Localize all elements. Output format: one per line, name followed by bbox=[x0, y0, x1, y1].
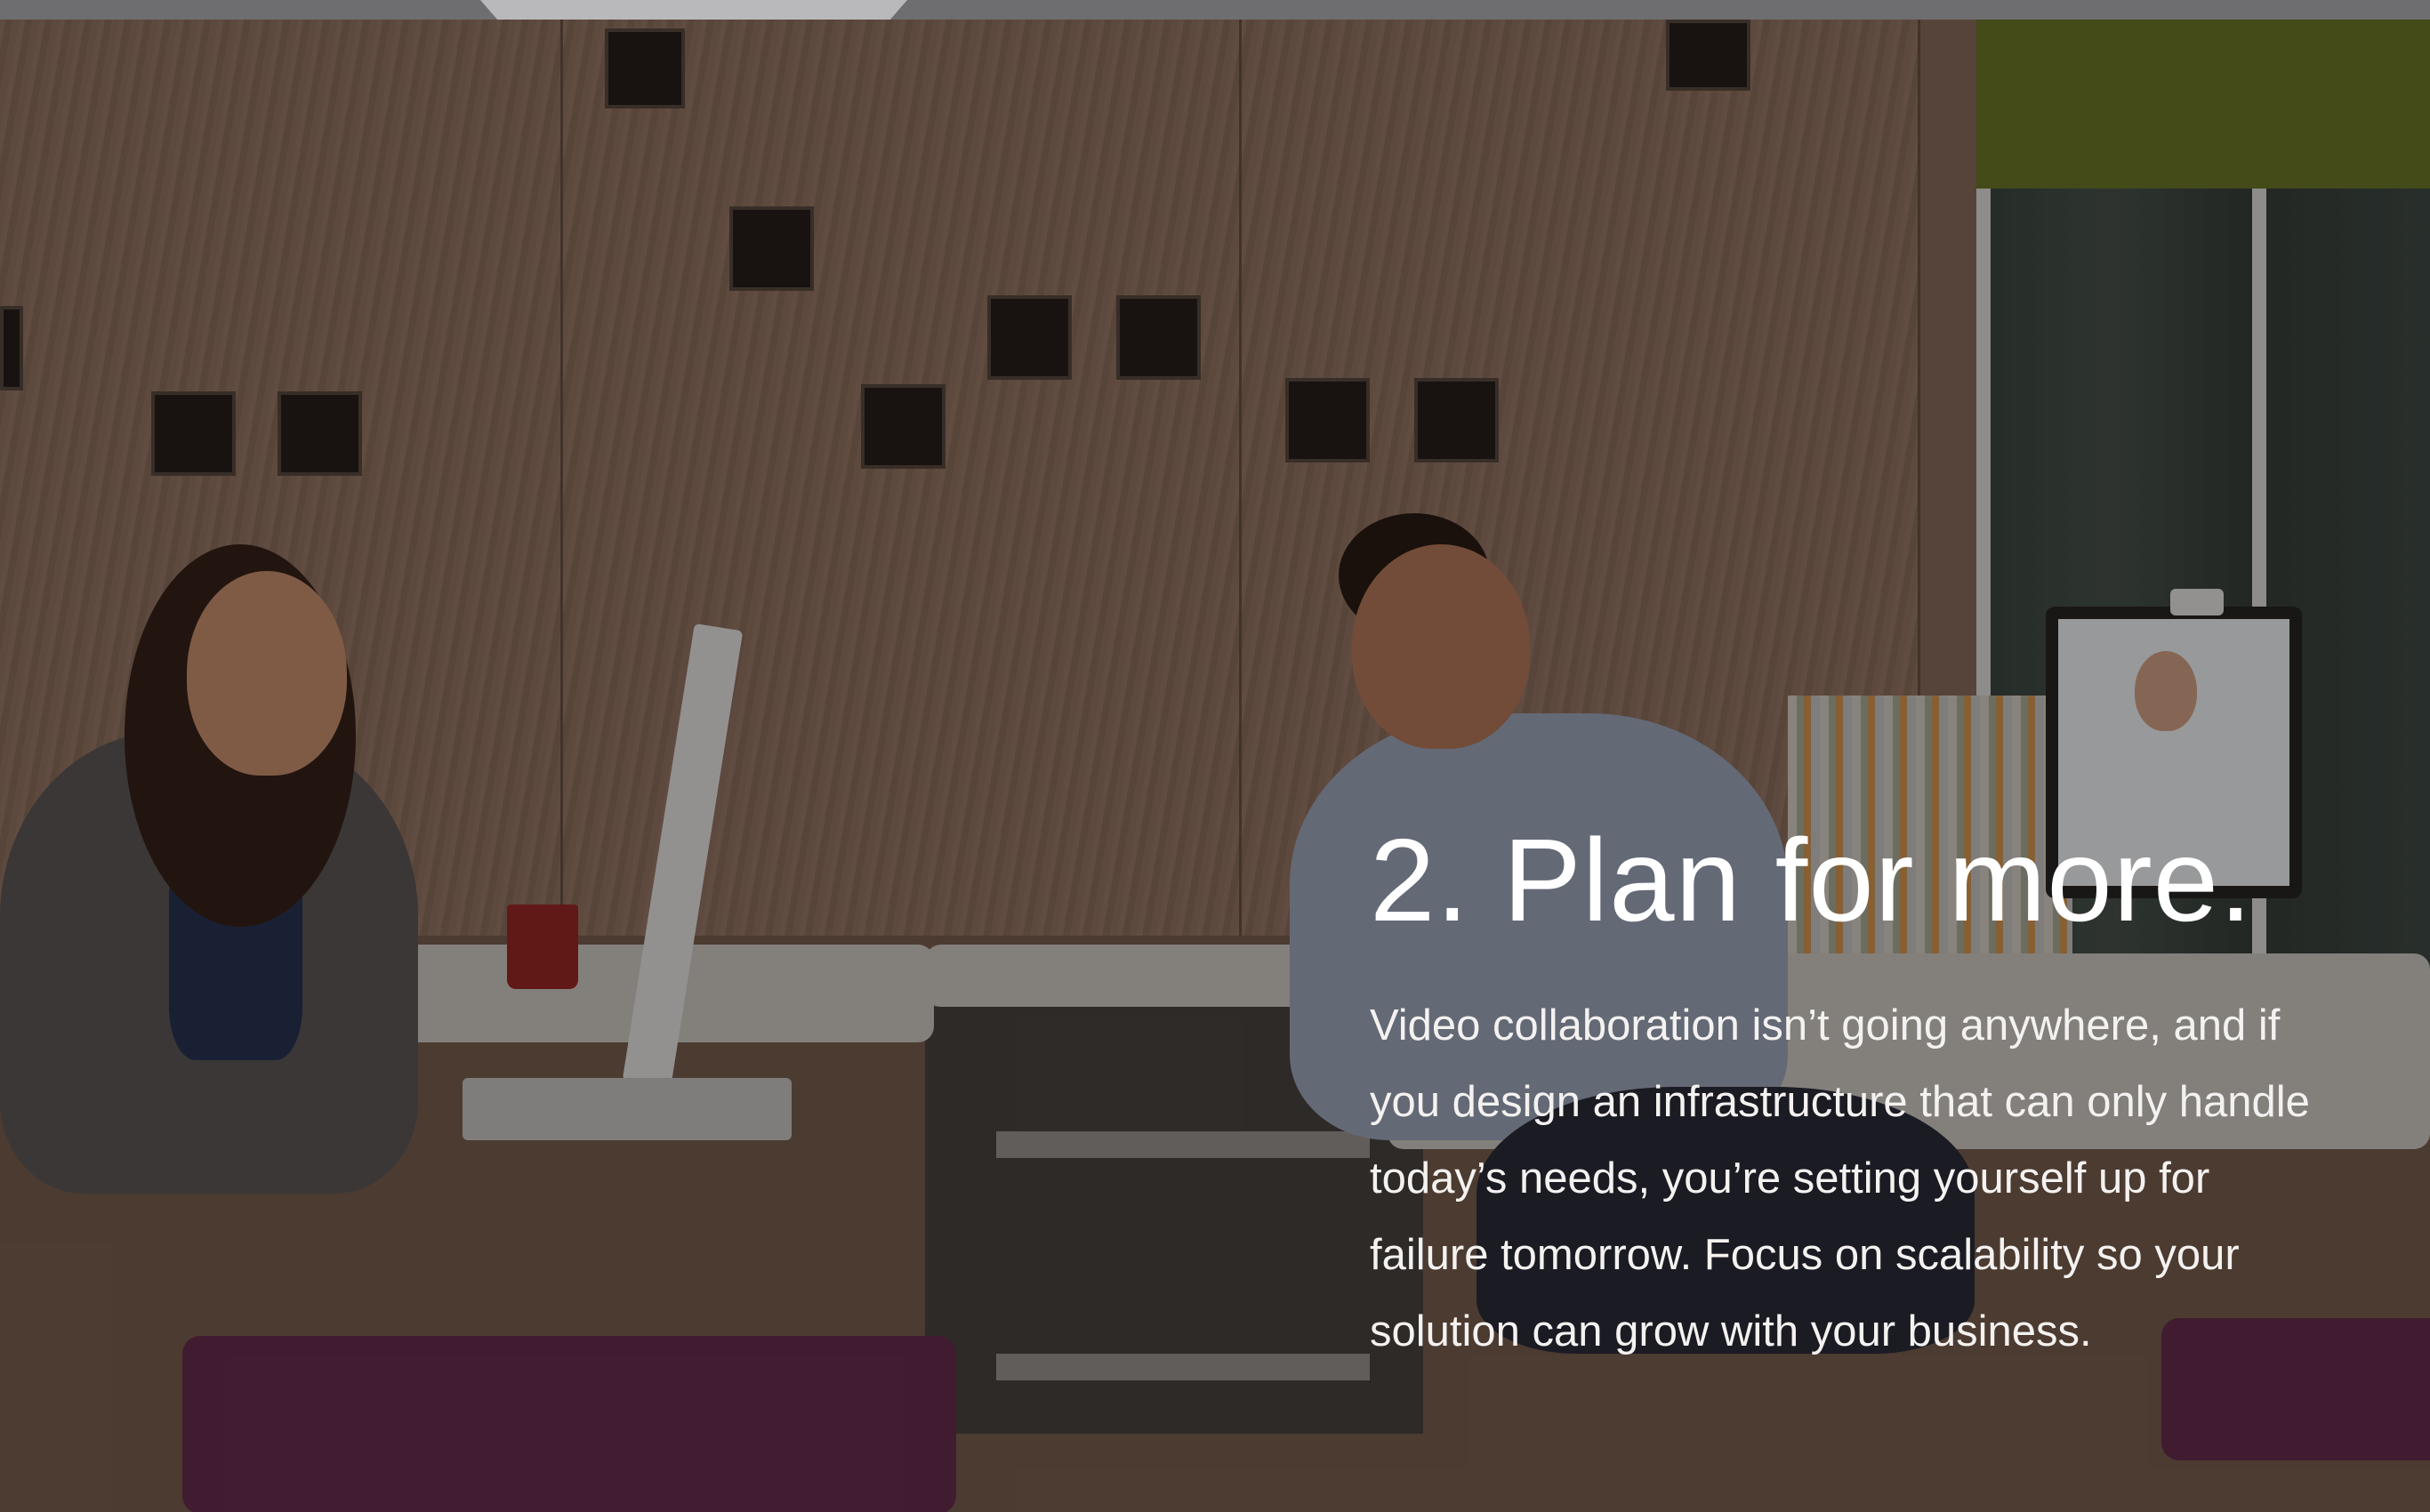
slide-content: 2. Plan for more. Video collaboration is… bbox=[1370, 818, 2339, 1370]
top-strip-tab bbox=[480, 0, 907, 20]
top-strip bbox=[0, 0, 2430, 20]
slide-heading: 2. Plan for more. bbox=[1370, 815, 2253, 945]
slide-body-text: Video collaboration isn’t going anywhere… bbox=[1370, 1001, 2310, 1355]
slide-page: 2. Plan for more. Video collaboration is… bbox=[0, 0, 2430, 1512]
